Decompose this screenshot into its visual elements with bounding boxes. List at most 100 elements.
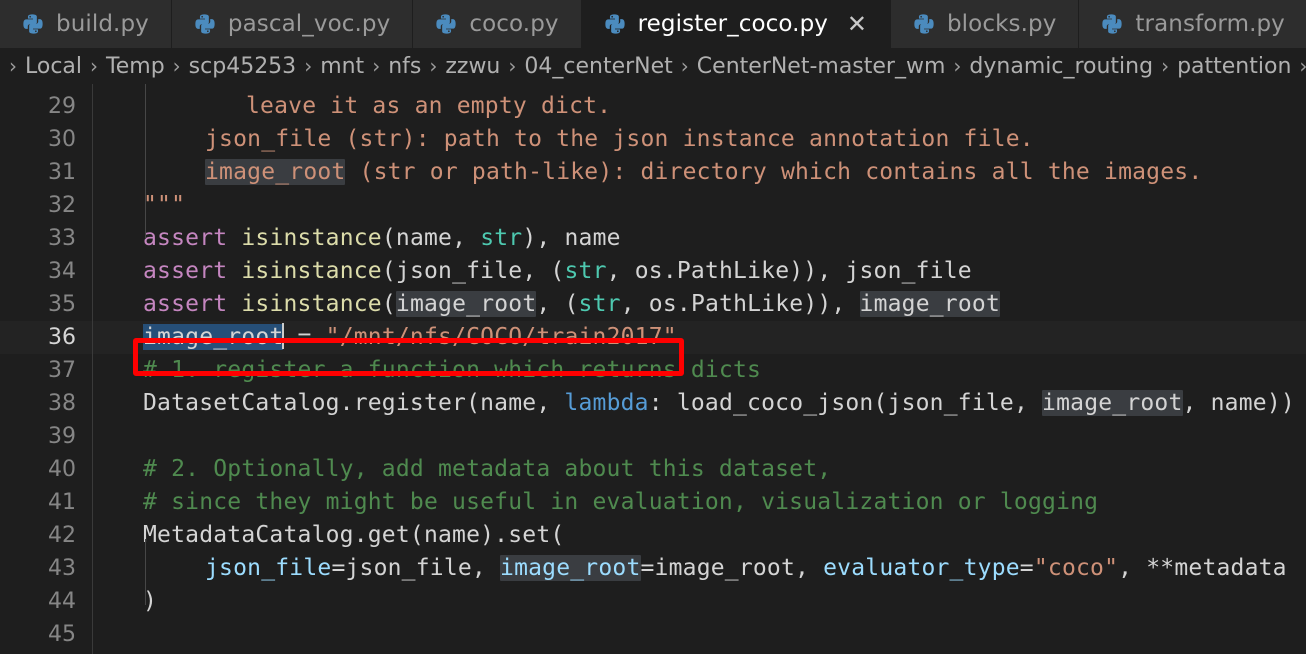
code-line[interactable]: 40 # 2. Optionally, add metadata about t… — [0, 453, 1306, 486]
line-number: 37 — [48, 358, 76, 383]
breadcrumb-separator: › — [429, 54, 438, 78]
line-number: 34 — [48, 259, 76, 284]
breadcrumb-item-zzwu[interactable]: zzwu — [444, 54, 501, 79]
breadcrumb-item-dynamic-routing[interactable]: dynamic_routing — [968, 54, 1154, 79]
breadcrumb-item-pattention[interactable]: pattention — [1176, 54, 1292, 79]
indent-guide — [145, 539, 146, 605]
breadcrumb-item-nfs[interactable]: nfs — [387, 54, 422, 79]
tab-coco-py[interactable]: coco.py — [413, 0, 582, 48]
code-token: DatasetCatalog.register(name, — [143, 390, 565, 416]
gutter-divider — [92, 84, 93, 654]
tab-label: blocks.py — [946, 11, 1057, 37]
breadcrumb-separator: › — [304, 54, 313, 78]
code-line[interactable]: 34 assert isinstance(json_file, (str, os… — [0, 255, 1306, 288]
code-line[interactable]: 29 leave it as an empty dict. — [0, 90, 1306, 123]
line-number: 42 — [48, 523, 76, 548]
docstring-delimiter: """ — [143, 192, 186, 218]
code-token: , name)) — [1182, 390, 1295, 416]
tab-build-py[interactable]: build.py — [0, 0, 172, 48]
code-token: : load_coco_json(json_file, — [648, 390, 1043, 416]
occurrence-highlight: image_root — [859, 291, 1000, 317]
code-line[interactable]: 41 # since they might be useful in evalu… — [0, 486, 1306, 519]
line-number: 29 — [48, 94, 76, 119]
breadcrumb-item-04-centernet[interactable]: 04_centerNet — [523, 54, 673, 79]
docstring-text: (str or path-like): directory which cont… — [345, 159, 1203, 185]
code-token: ( — [381, 291, 396, 317]
code-editor[interactable]: 28 metadata (dict): extra metadata assoc… — [0, 84, 1306, 654]
breadcrumb-separator: › — [508, 54, 517, 78]
code-token: =image_root, — [640, 555, 824, 581]
breadcrumb-separator: › — [1292, 54, 1306, 78]
tab-transform-py[interactable]: transform.py — [1079, 0, 1306, 48]
keyword-lambda: lambda — [564, 390, 649, 416]
breadcrumb-item-centernet-master-wm[interactable]: CenterNet-master_wm — [696, 54, 947, 79]
code-token: = — [283, 324, 326, 350]
code-line[interactable]: 43 json_file=json_file, image_root=image… — [0, 552, 1306, 585]
occurrence-highlight: image_root — [205, 159, 346, 185]
tab-label: coco.py — [469, 11, 559, 37]
type-str: str — [480, 225, 523, 251]
close-icon[interactable]: ✕ — [846, 12, 868, 36]
breadcrumb-separator: › — [953, 54, 962, 78]
function-isinstance: isinstance — [241, 225, 382, 251]
breadcrumb-separator: › — [9, 54, 17, 78]
tab-label: build.py — [56, 11, 149, 37]
line-number: 38 — [48, 391, 76, 416]
python-file-icon — [605, 14, 625, 34]
line-number: 44 — [48, 589, 76, 614]
code-line[interactable]: 44 ) — [0, 585, 1306, 618]
occurrence-highlight: image_root — [395, 291, 537, 317]
tab-register-coco-py[interactable]: register_coco.py ✕ — [581, 0, 891, 48]
code-line-current[interactable]: 36 image_root = "/mnt/nfs/COCO/train2017… — [0, 321, 1306, 354]
breadcrumb-item-mnt[interactable]: mnt — [319, 54, 365, 79]
tab-blocks-py[interactable]: blocks.py — [890, 0, 1080, 48]
breadcrumb-item-local[interactable]: Local — [24, 54, 83, 79]
line-number: 41 — [48, 490, 76, 515]
breadcrumb-item-temp[interactable]: Temp — [105, 54, 166, 79]
code-line[interactable]: 39 — [0, 420, 1306, 453]
comment-text: # since they might be useful in evaluati… — [143, 489, 1099, 515]
code-token: MetadataCatalog.get(name).set( — [143, 522, 565, 548]
tab-label: register_coco.py — [637, 11, 828, 37]
tab-label: pascal_voc.py — [227, 11, 391, 37]
code-token: (json_file, ( — [381, 258, 565, 284]
line-number: 40 — [48, 457, 76, 482]
code-line[interactable]: 35 assert isinstance(image_root, (str, o… — [0, 288, 1306, 321]
parameter-evaluator-type: evaluator_type — [823, 555, 1020, 581]
occurrence-highlight: image_root — [500, 555, 641, 581]
code-line[interactable]: 30 json_file (str): path to the json ins… — [0, 123, 1306, 156]
code-line[interactable]: 33 assert isinstance(name, str), name — [0, 222, 1306, 255]
type-str: str — [578, 291, 621, 317]
string-literal: "/mnt/nfs/COCO/train2017" — [325, 324, 677, 350]
keyword-assert: assert — [143, 225, 228, 251]
python-file-icon — [436, 14, 456, 34]
docstring-text: json_file (str): path to the json instan… — [205, 126, 1034, 152]
editor-tab-bar: build.py pascal_voc.py coco.py register_… — [0, 0, 1306, 48]
indent-guide — [145, 84, 146, 239]
type-str: str — [564, 258, 607, 284]
code-line[interactable]: 32 """ — [0, 189, 1306, 222]
code-token: = — [1019, 555, 1034, 581]
code-line[interactable]: 45 — [0, 618, 1306, 651]
function-isinstance: isinstance — [241, 258, 382, 284]
code-line[interactable]: 42 MetadataCatalog.get(name).set( — [0, 519, 1306, 552]
breadcrumb-separator: › — [172, 54, 181, 78]
comment-text: # 1. register a function which returns d… — [143, 357, 762, 383]
code-token: =json_file, — [331, 555, 501, 581]
python-file-icon — [1102, 14, 1123, 34]
breadcrumb-item-scp45253[interactable]: scp45253 — [188, 54, 298, 79]
python-file-icon — [914, 14, 934, 34]
code-line[interactable]: 31 image_root (str or path-like): direct… — [0, 156, 1306, 189]
tab-pascal-voc-py[interactable]: pascal_voc.py — [171, 0, 414, 48]
breadcrumb: › Local › Temp › scp45253 › mnt › nfs › … — [0, 48, 1306, 84]
function-isinstance: isinstance — [241, 291, 382, 317]
tab-label: transform.py — [1135, 11, 1285, 37]
breadcrumb-separator: › — [372, 54, 381, 78]
code-line[interactable]: 38 DatasetCatalog.register(name, lambda:… — [0, 387, 1306, 420]
keyword-assert: assert — [143, 258, 228, 284]
python-file-icon — [195, 14, 215, 34]
code-line[interactable]: 37 # 1. register a function which return… — [0, 354, 1306, 387]
line-number-active: 36 — [48, 325, 76, 350]
breadcrumb-separator: › — [1161, 54, 1170, 78]
code-token: ), name — [522, 225, 621, 251]
